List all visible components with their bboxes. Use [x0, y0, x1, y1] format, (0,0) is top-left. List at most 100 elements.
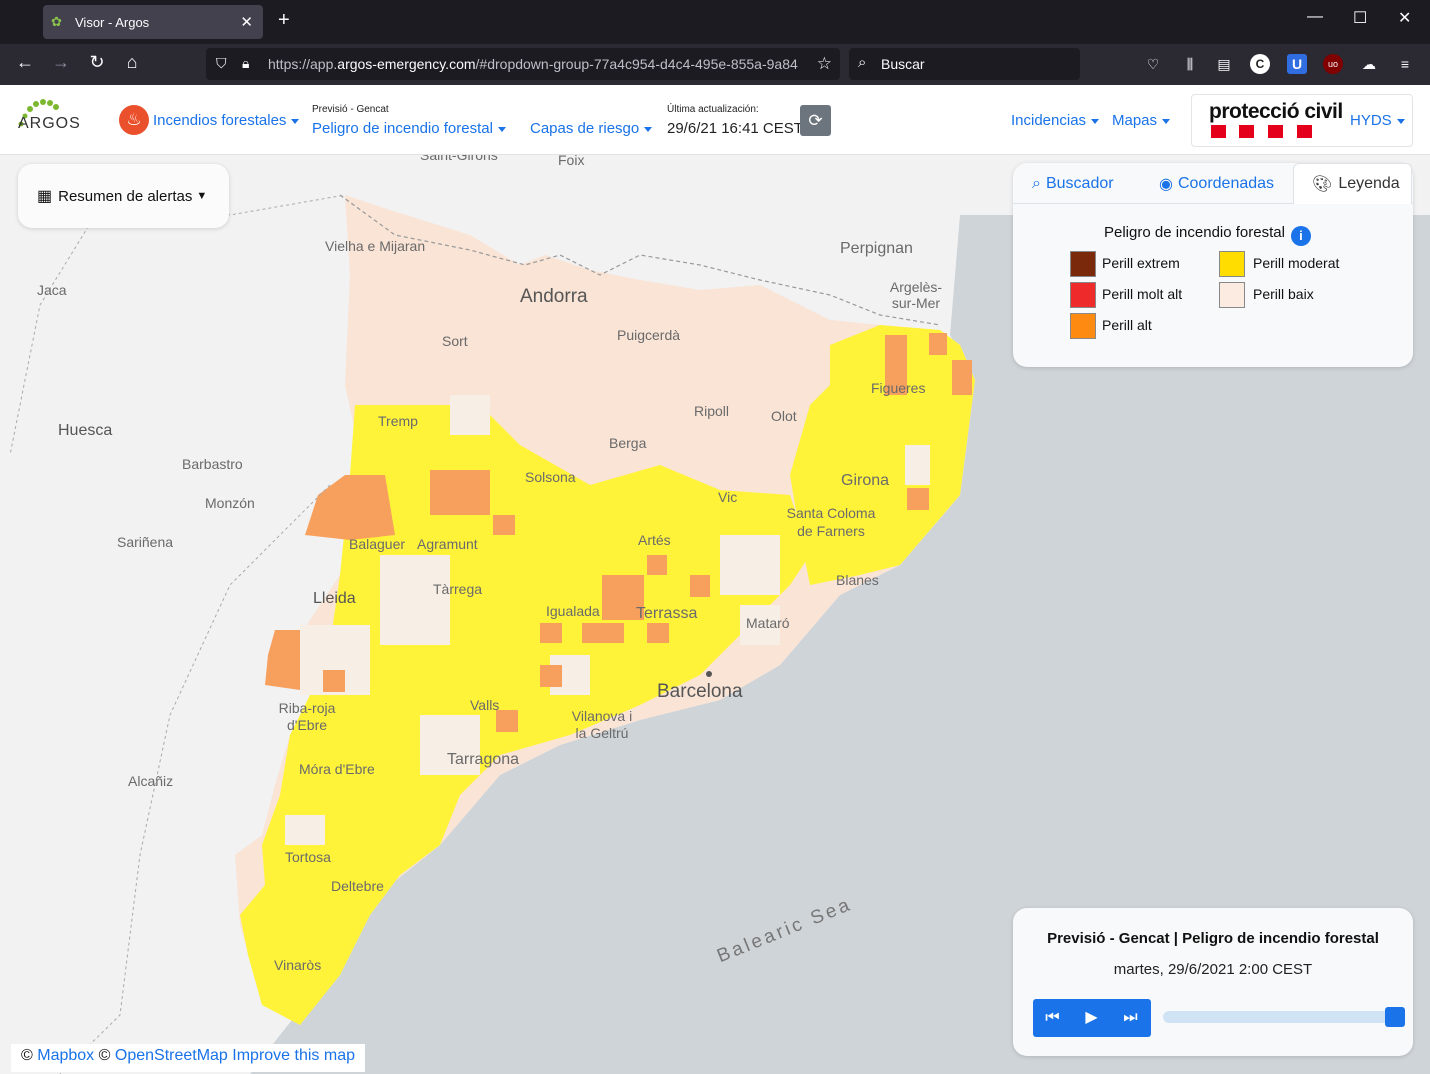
tab-leyenda[interactable]: 🎨︎ Leyenda: [1293, 163, 1412, 204]
barcelona-marker: [706, 671, 712, 677]
map-label: Barbastro: [182, 456, 243, 472]
legend-label: Perill extrem: [1102, 255, 1180, 271]
url-prefix: https://app.: [268, 56, 338, 72]
tab-label: Buscador: [1045, 174, 1114, 192]
table-icon: ▦: [37, 188, 53, 205]
close-window-icon[interactable]: ✕: [1398, 8, 1411, 28]
map-canvas[interactable]: Saint-Girons Foix Vielha e Mijaran Perpi…: [0, 155, 1430, 1074]
forward-icon[interactable]: →: [49, 52, 73, 73]
map-label: Santa Coloma de Farners: [786, 505, 876, 539]
app-header: ARGOS ♨ Incendios forestales Previsió - …: [0, 85, 1430, 155]
extension-c-icon[interactable]: C: [1250, 54, 1270, 74]
chevron-down-icon: [291, 118, 300, 124]
url-host: argos-emergency.com: [337, 56, 476, 72]
alerts-summary-button[interactable]: ▦ Resumen de alertas ▼: [18, 164, 229, 228]
legend-swatch-alt: [1070, 313, 1096, 339]
map-label: Olot: [771, 408, 797, 424]
proteccio-civil-logo: protecció civil: [1209, 100, 1343, 123]
osm-link[interactable]: OpenStreetMap: [115, 1047, 228, 1064]
home-icon[interactable]: ⌂: [120, 52, 144, 73]
map-label: Móra d'Ebre: [299, 761, 375, 777]
map-label: Foix: [558, 155, 585, 168]
time-player-panel: Previsió - Gencat | Peligro de incendio …: [1013, 908, 1413, 1056]
legend-label: Perill molt alt: [1102, 286, 1183, 302]
back-icon[interactable]: ←: [13, 52, 37, 73]
browser-navbar: ← → ↻ ⌂ ⛉ 🔒︎ https://app. argos-emergency…: [0, 44, 1430, 85]
map-label: Blanes: [836, 572, 879, 588]
reload-icon[interactable]: ↻: [85, 52, 109, 73]
tab-buscador[interactable]: ⌕ Buscador: [1032, 163, 1114, 204]
legend-panel: ⌕ Buscador ◉ Coordenadas 🎨︎ Leyenda Peligro…: [1013, 163, 1413, 367]
menu-icon[interactable]: ≡: [1395, 54, 1415, 74]
skip-forward-icon: ⏭︎: [1123, 1009, 1138, 1026]
url-path: /#dropdown-group-77a4c954-d4c4-495e-855a…: [475, 56, 798, 72]
library-icon[interactable]: ⫼: [1180, 54, 1200, 74]
tab-coordenadas[interactable]: ◉ Coordenadas: [1159, 163, 1274, 204]
map-label: Sariñena: [117, 534, 174, 550]
step-forward-button[interactable]: ⏭︎: [1111, 999, 1150, 1037]
incidencias-dropdown[interactable]: Incidencias: [1011, 112, 1100, 129]
map-label: Figueres: [871, 380, 926, 396]
argos-logo-text: ARGOS: [18, 115, 81, 132]
argos-favicon-icon: ✿: [51, 14, 62, 29]
sync-icon[interactable]: ☁: [1359, 54, 1379, 74]
map-label: Argelès-sur-Mer: [889, 279, 943, 311]
step-back-button[interactable]: ⏮︎: [1033, 999, 1072, 1037]
map-label: Vielha e Mijaran: [325, 238, 426, 254]
update-label: Última actualización:: [667, 104, 759, 115]
tab-title: Visor - Argos: [75, 14, 150, 30]
browser-tab-strip: ✿ Visor - Argos ✕ + — ☐ ✕: [0, 0, 1430, 44]
ublock-icon[interactable]: uo: [1323, 54, 1343, 74]
copyright-symbol: ©: [98, 1047, 111, 1064]
map-label: Berga: [609, 435, 647, 451]
info-icon[interactable]: i: [1290, 226, 1311, 246]
logo-square: [1239, 125, 1254, 138]
search-bar[interactable]: ⌕ Buscar: [849, 48, 1080, 80]
map-label: Tàrrega: [433, 581, 483, 597]
browser-tab[interactable]: ✿ Visor - Argos ✕: [43, 5, 263, 39]
legend-tabs: ⌕ Buscador ◉ Coordenadas 🎨︎ Leyenda: [1013, 163, 1413, 204]
close-tab-icon[interactable]: ✕: [240, 13, 253, 31]
map-label: Tarragona: [447, 751, 520, 768]
map-label: Igualada: [546, 603, 600, 619]
capas-label: Capas de riesgo: [530, 120, 640, 137]
logo-square: [1211, 125, 1226, 138]
refresh-icon: ⟳: [808, 111, 823, 130]
map-label: Puigcerdà: [617, 327, 681, 343]
mapbox-link[interactable]: Mapbox: [37, 1047, 94, 1064]
bookmark-star-icon[interactable]: ☆: [817, 54, 832, 74]
mapas-dropdown[interactable]: Mapas: [1112, 112, 1171, 129]
legend-swatch-extrem: [1070, 251, 1096, 277]
time-slider[interactable]: [1163, 1007, 1405, 1027]
extension-u-icon[interactable]: U: [1287, 54, 1307, 74]
hyds-dropdown[interactable]: HYDS: [1350, 112, 1405, 129]
hyds-label: HYDS: [1350, 112, 1392, 129]
map-label: Barcelona: [657, 681, 743, 702]
map-label: Perpignan: [840, 240, 913, 257]
player-controls: ⏮︎ ▶ ⏭︎: [1033, 999, 1151, 1037]
pocket-icon[interactable]: ♡: [1143, 54, 1163, 74]
tab-label: Coordenadas: [1177, 174, 1275, 192]
legend-label: Perill baix: [1253, 286, 1314, 302]
maximize-icon[interactable]: ☐: [1353, 8, 1367, 28]
map-label: Sort: [442, 333, 468, 349]
reader-icon[interactable]: ▤: [1214, 54, 1234, 74]
skip-back-icon: ⏮︎: [1045, 1009, 1060, 1026]
peligro-dropdown[interactable]: Peligro de incendio forestal: [312, 120, 506, 137]
new-tab-icon[interactable]: +: [278, 9, 290, 32]
incendios-dropdown[interactable]: Incendios forestales: [153, 112, 300, 129]
minimize-icon[interactable]: —: [1307, 8, 1323, 26]
play-button[interactable]: ▶: [1072, 999, 1111, 1037]
refresh-button[interactable]: ⟳: [800, 105, 831, 136]
legend-swatch-molt-alt: [1070, 282, 1096, 308]
search-icon: ⌕: [1032, 174, 1041, 192]
improve-map-link[interactable]: Improve this map: [232, 1047, 355, 1064]
map-label: Deltebre: [331, 878, 384, 894]
search-icon: ⌕: [858, 54, 867, 71]
map-label: Girona: [841, 472, 890, 489]
map-label: Riba-roja d'Ebre: [278, 700, 336, 733]
map-label: Vilanova i la Geltrú: [571, 708, 633, 741]
slider-thumb[interactable]: [1385, 1007, 1405, 1027]
capas-dropdown[interactable]: Capas de riesgo: [530, 120, 653, 137]
url-bar[interactable]: ⛉ 🔒︎ https://app. argos-emergency.com/#dr…: [206, 48, 840, 80]
